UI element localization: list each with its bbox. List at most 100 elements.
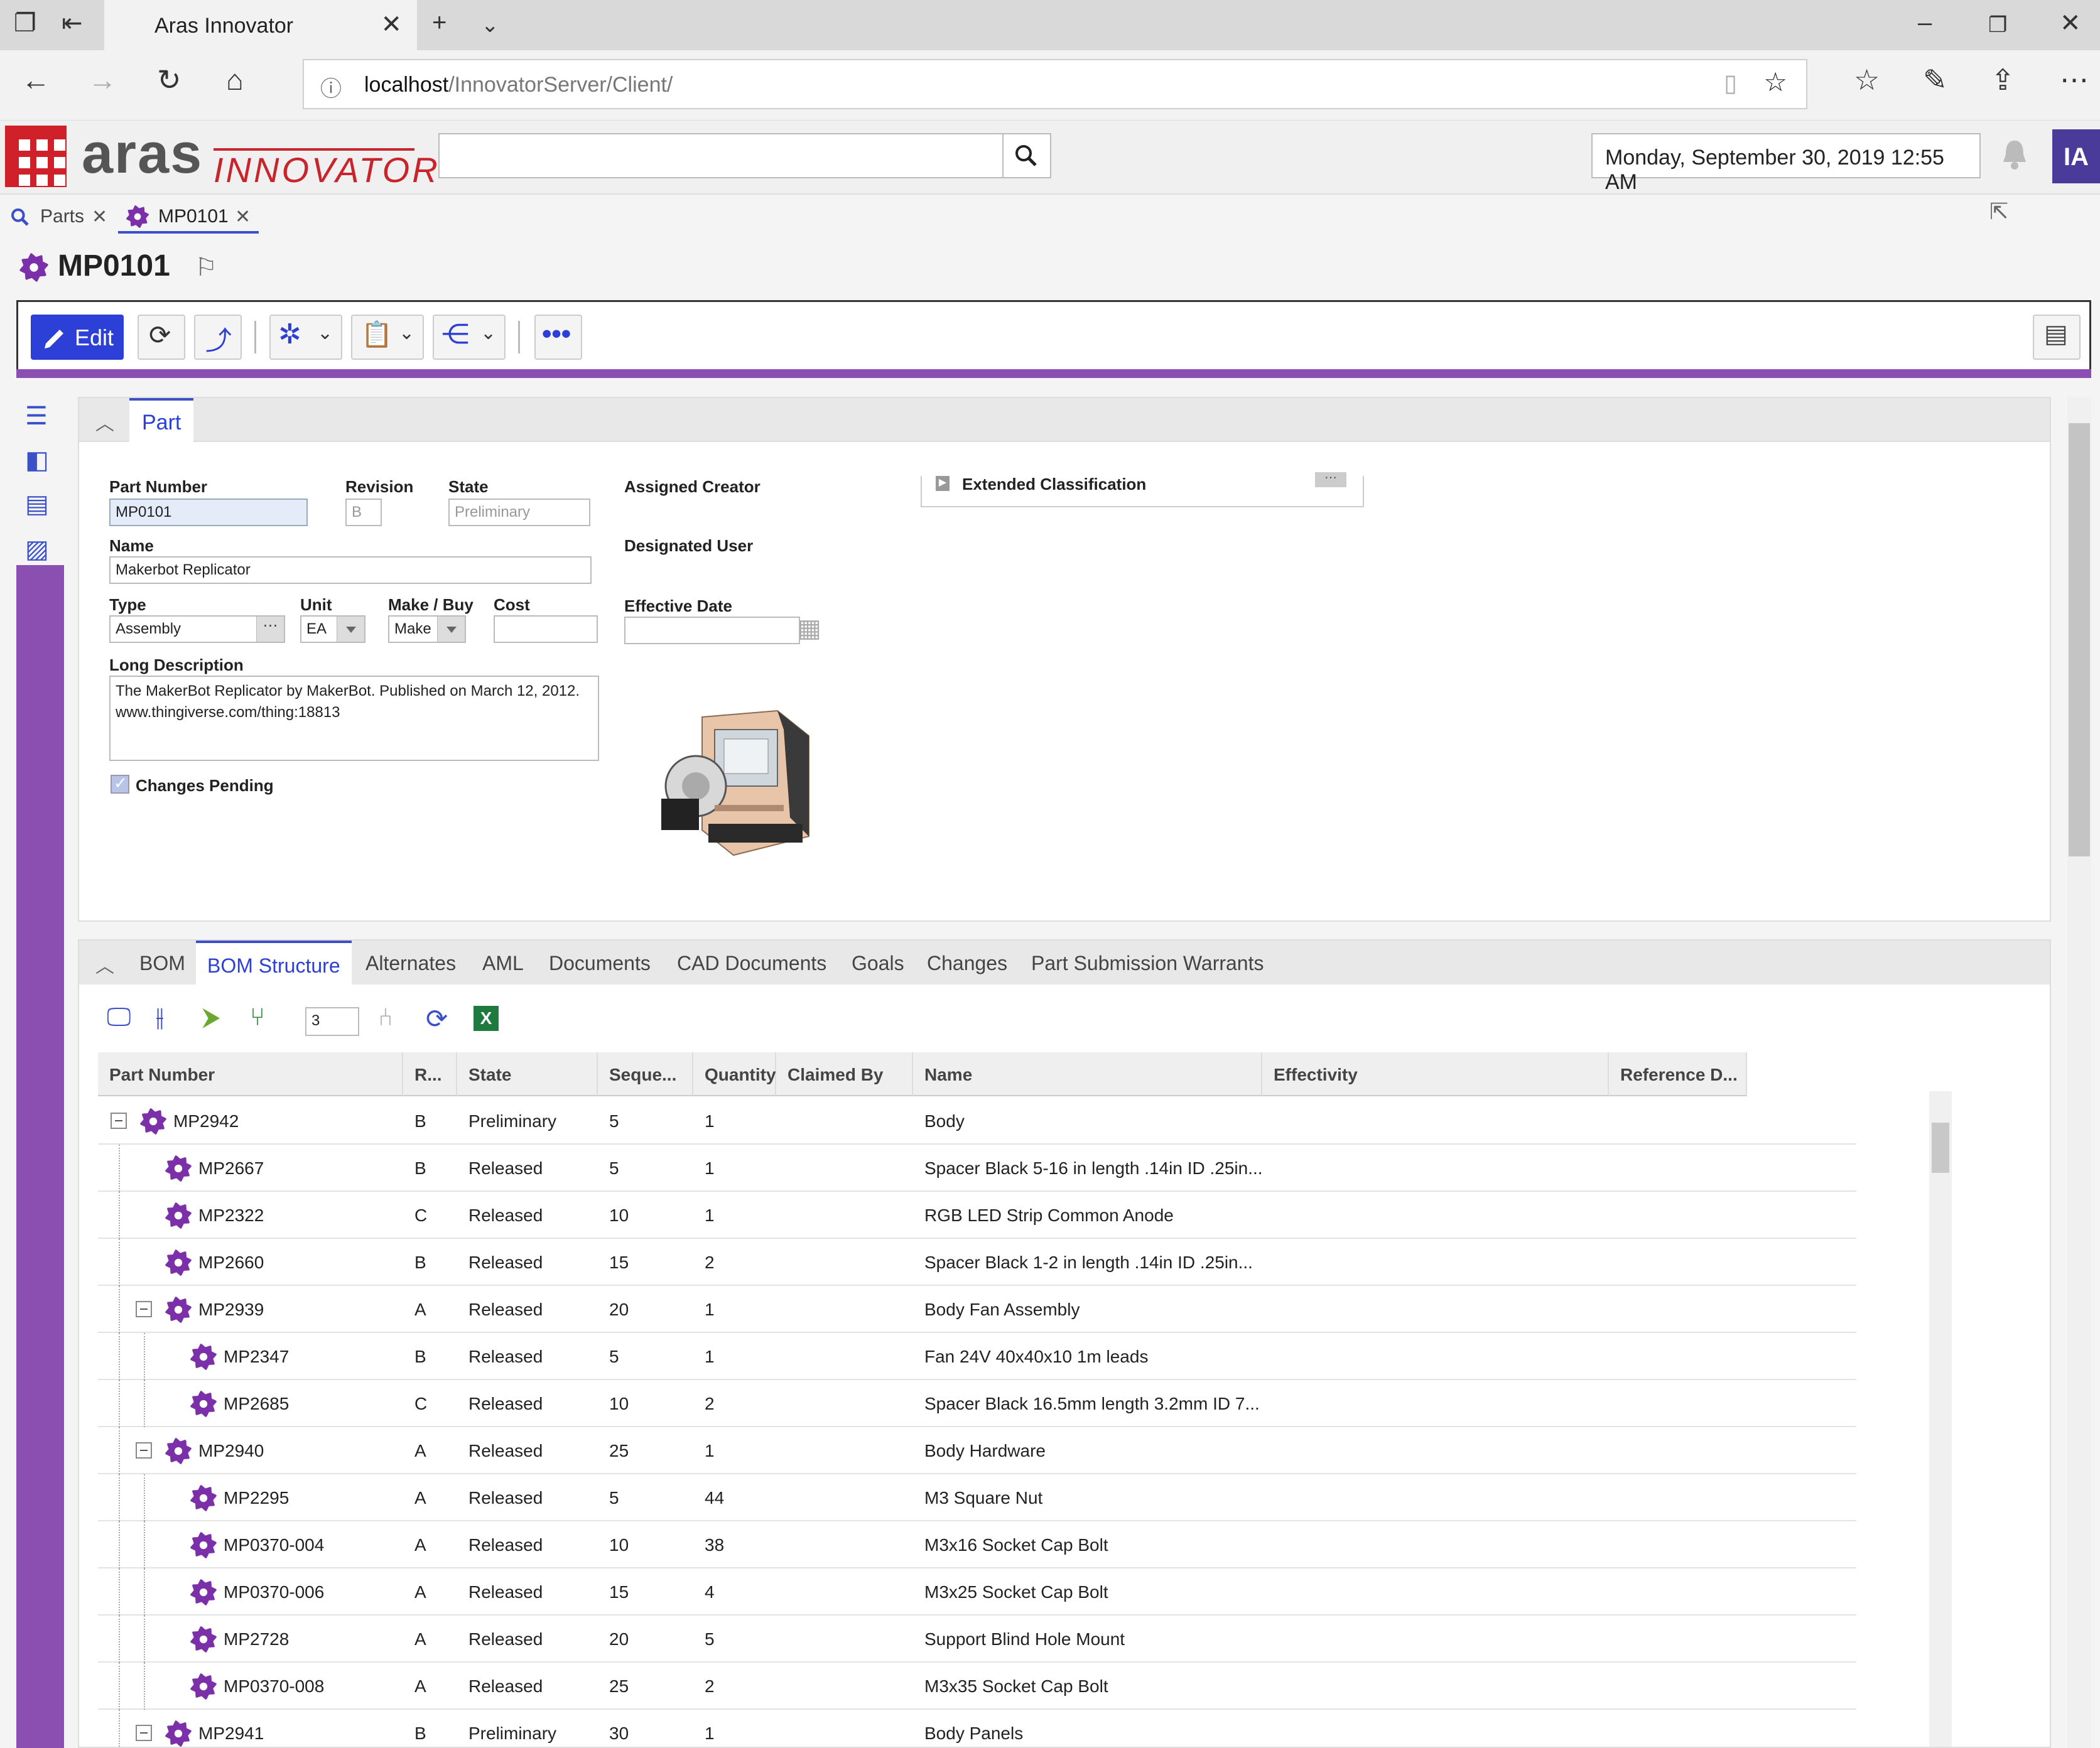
classification-select-button[interactable]: ⋯ (1315, 472, 1346, 487)
table-row[interactable]: MP2939 A Released 20 1 Body Fan Assembly (98, 1286, 1856, 1333)
refresh-button[interactable]: ⟳ (138, 315, 185, 360)
levels-input[interactable]: 3 (305, 1007, 359, 1036)
calendar-icon[interactable]: ▦ (798, 614, 821, 643)
revision-field[interactable]: B (345, 499, 382, 526)
grid-scrollbar[interactable] (1929, 1091, 1952, 1747)
notification-bell-icon[interactable] (2001, 138, 2028, 171)
column-header[interactable]: R... (403, 1052, 457, 1096)
table-row[interactable]: MP2942 B Preliminary 5 1 Body (98, 1098, 1856, 1145)
document-icon[interactable]: ▤ (25, 490, 49, 519)
reports-menu-button[interactable]: 📋 ⌄ (351, 315, 424, 360)
close-icon[interactable]: ✕ (235, 206, 251, 228)
app-menu-grid-icon[interactable] (5, 126, 67, 187)
new-tab-icon[interactable]: + (432, 9, 447, 37)
tab-parts[interactable]: Parts ✕ (6, 198, 111, 234)
tree-branch-icon[interactable]: ⑂ (250, 1003, 265, 1032)
3d-cube-icon[interactable]: ◧ (25, 446, 49, 475)
collapse-toggle-icon[interactable] (136, 1442, 152, 1459)
tab-mp0101[interactable]: MP0101 ✕ (118, 198, 259, 234)
tab-manager-icon[interactable]: ❐ (14, 9, 36, 38)
edit-button[interactable]: Edit (31, 315, 124, 360)
forward-icon[interactable]: → (88, 63, 117, 97)
collapse-toggle-icon[interactable] (136, 1725, 152, 1741)
pen-icon[interactable]: ✎ (1923, 63, 1947, 97)
tab-changes[interactable]: Changes (927, 941, 1007, 985)
promote-button[interactable]: ⤴ (194, 315, 242, 360)
column-header[interactable]: Reference D... (1609, 1052, 1747, 1096)
unit-select[interactable]: EA (300, 615, 365, 643)
close-tab-icon[interactable]: ✕ (381, 10, 402, 39)
column-header[interactable]: Effectivity (1262, 1052, 1609, 1096)
reading-view-icon[interactable]: ▯ (1724, 69, 1737, 97)
column-settings-icon[interactable]: ⫲ (156, 1003, 164, 1032)
form-view-icon[interactable]: ☰ (25, 402, 48, 431)
dropdown-arrow-icon[interactable] (337, 617, 364, 642)
more-icon[interactable]: ⋯ (2060, 63, 2089, 97)
tab-cad-documents[interactable]: CAD Documents (677, 941, 826, 985)
table-row[interactable]: MP2941 B Preliminary 30 1 Body Panels (98, 1710, 1856, 1747)
image-icon[interactable]: ▨ (25, 535, 49, 564)
table-row[interactable]: MP0370-004 A Released 10 38 M3x16 Socket Cap … (98, 1521, 1856, 1568)
home-icon[interactable]: ⌂ (226, 63, 244, 97)
tab-bom-structure[interactable]: BOM Structure (196, 941, 352, 985)
tab-bom[interactable]: BOM (139, 941, 185, 985)
site-info-icon[interactable]: ⓘ (320, 72, 342, 102)
tab-alternates[interactable]: Alternates (365, 941, 456, 985)
table-row[interactable]: MP0370-006 A Released 15 4 M3x25 Socket Cap B… (98, 1568, 1856, 1616)
table-row[interactable]: MP2667 B Released 5 1 Spacer Black 5-16 in le… (98, 1145, 1856, 1192)
item-picker-button[interactable]: ⋯ (256, 617, 284, 642)
table-row[interactable]: MP2660 B Released 15 2 Spacer Black 1-2 in le… (98, 1239, 1856, 1286)
refresh-icon[interactable]: ↻ (157, 63, 181, 97)
tab-goals[interactable]: Goals (852, 941, 904, 985)
search-button[interactable] (1004, 133, 1051, 178)
name-field[interactable]: Makerbot Replicator (109, 556, 592, 584)
effective-date-field[interactable] (624, 617, 800, 644)
expand-triangle-icon[interactable]: ▶ (936, 476, 950, 491)
more-actions-button[interactable]: ••• (534, 315, 582, 360)
long-description-field[interactable]: The MakerBot Replicator by MakerBot. Pub… (109, 676, 599, 761)
window-close-icon[interactable]: ✕ (2060, 9, 2081, 38)
structure-menu-button[interactable]: ✲ ⌄ (269, 315, 342, 360)
tab-aml[interactable]: AML (482, 941, 524, 985)
state-field[interactable]: Preliminary (448, 499, 590, 526)
tab-aside-icon[interactable]: ⇤ (62, 9, 83, 38)
chevron-down-icon[interactable]: ⌄ (481, 13, 499, 38)
table-row[interactable]: MP2295 A Released 5 44 M3 Square Nut (98, 1474, 1856, 1521)
back-icon[interactable]: ← (21, 63, 50, 97)
page-scrollbar-thumb[interactable] (2069, 423, 2090, 856)
browser-tab[interactable]: Aras Innovator ✕ (104, 0, 417, 50)
expand-tree-icon[interactable]: ⮞ (202, 1003, 220, 1032)
make-buy-select[interactable]: Make (388, 615, 466, 643)
favorites-icon[interactable]: ☆ (1854, 63, 1880, 97)
table-row[interactable]: MP2685 C Released 10 2 Spacer Black 16.5mm le… (98, 1380, 1856, 1427)
tab-documents[interactable]: Documents (549, 941, 651, 985)
column-header[interactable]: Quantity (693, 1052, 776, 1096)
column-header[interactable]: Name (913, 1052, 1262, 1096)
column-header[interactable]: State (457, 1052, 598, 1096)
dropdown-arrow-icon[interactable] (437, 617, 465, 642)
close-icon[interactable]: ✕ (92, 206, 107, 228)
table-row[interactable]: MP2728 A Released 20 5 Support Blind Hole Mou… (98, 1616, 1856, 1663)
changes-pending-checkbox[interactable]: ✓ (111, 774, 129, 794)
collapse-toggle-icon[interactable] (111, 1113, 127, 1129)
type-field[interactable]: Assembly ⋯ (109, 615, 285, 643)
collapse-caret-icon[interactable]: ︿ (95, 408, 114, 436)
minimize-icon[interactable]: – (1918, 9, 1932, 37)
table-row[interactable]: MP0370-008 A Released 25 2 M3x35 Socket Cap B… (98, 1663, 1856, 1710)
column-header[interactable]: Claimed By (776, 1052, 913, 1096)
collapse-caret-icon[interactable]: ︿ (95, 951, 114, 978)
favorite-star-icon[interactable]: ☆ (1763, 67, 1787, 97)
refresh-icon[interactable]: ⟳ (426, 1003, 448, 1034)
part-number-field[interactable]: MP0101 (109, 499, 308, 526)
tab-part-submission-warrants[interactable]: Part Submission Warrants (1031, 941, 1264, 985)
url-field[interactable]: ⓘ localhost/InnovatorServer/Client/ ▯ ☆ (303, 59, 1807, 109)
column-header[interactable]: Part Number (98, 1052, 403, 1096)
collapse-tree-icon[interactable]: ⑃ (378, 1003, 393, 1032)
share-icon[interactable]: ⇪ (1991, 63, 2015, 97)
table-row[interactable]: MP2322 C Released 10 1 RGB LED Strip Common A… (98, 1192, 1856, 1239)
collapse-toggle-icon[interactable] (136, 1301, 152, 1317)
cost-field[interactable] (494, 615, 598, 643)
search-input[interactable] (438, 133, 1004, 178)
tab-part[interactable]: Part (129, 398, 194, 442)
monitor-icon[interactable]: 🖵 (107, 1003, 131, 1032)
